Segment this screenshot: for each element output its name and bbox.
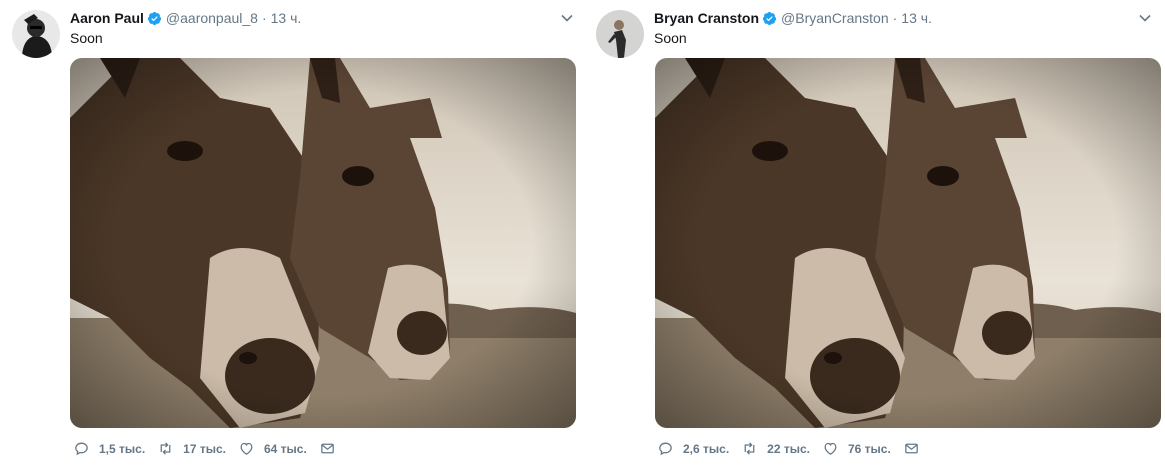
- like-button[interactable]: 64 тыс.: [238, 440, 307, 457]
- chevron-down-icon[interactable]: [1138, 11, 1152, 25]
- author-handle[interactable]: @aaronpaul_8: [166, 10, 258, 26]
- tweet-aaron-paul: Aaron Paul @aaronpaul_8 · 13 ч. Soon 1,5…: [0, 0, 585, 467]
- tweet-photo[interactable]: [655, 58, 1161, 428]
- reply-count: 1,5 тыс.: [99, 441, 146, 456]
- tweet-actions: 2,6 тыс. 22 тыс. 76 тыс.: [657, 440, 932, 457]
- like-count: 64 тыс.: [263, 441, 307, 456]
- tweet-timestamp[interactable]: 13 ч.: [901, 10, 932, 26]
- chevron-down-icon[interactable]: [560, 11, 574, 25]
- retweet-icon: [160, 442, 171, 455]
- author-handle[interactable]: @BryanCranston: [781, 10, 889, 26]
- reply-count: 2,6 тыс.: [683, 441, 730, 456]
- reply-button[interactable]: 2,6 тыс.: [657, 440, 729, 457]
- author-name[interactable]: Aaron Paul: [70, 10, 144, 26]
- tweet-header: Bryan Cranston @BryanCranston · 13 ч.: [654, 8, 932, 28]
- retweet-count: 22 тыс.: [767, 441, 810, 456]
- separator-dot: ·: [261, 10, 267, 26]
- dm-button[interactable]: [903, 440, 920, 457]
- reply-icon: [659, 442, 672, 456]
- tweet-header: Aaron Paul @aaronpaul_8 · 13 ч.: [70, 8, 301, 28]
- dm-icon: [321, 443, 334, 454]
- retweet-icon: [744, 442, 755, 455]
- dm-icon: [905, 443, 918, 454]
- separator-dot: ·: [892, 10, 898, 26]
- verified-badge-icon: [147, 11, 161, 25]
- author-name[interactable]: Bryan Cranston: [654, 10, 759, 26]
- retweet-button[interactable]: 17 тыс.: [157, 440, 226, 457]
- tweet-bryan-cranston: Bryan Cranston @BryanCranston · 13 ч. So…: [585, 0, 1165, 467]
- tweet-actions: 1,5 тыс. 17 тыс. 64 тыс.: [73, 440, 348, 457]
- tweet-timestamp[interactable]: 13 ч.: [271, 10, 302, 26]
- reply-button[interactable]: 1,5 тыс.: [73, 440, 145, 457]
- like-count: 76 тыс.: [847, 441, 891, 456]
- retweet-count: 17 тыс.: [183, 441, 226, 456]
- like-button[interactable]: 76 тыс.: [822, 440, 891, 457]
- tweet-text: Soon: [70, 30, 103, 46]
- tweet-text: Soon: [654, 30, 687, 46]
- dm-button[interactable]: [319, 440, 336, 457]
- avatar[interactable]: [596, 10, 644, 58]
- reply-icon: [75, 442, 88, 456]
- like-icon: [824, 442, 837, 455]
- retweet-button[interactable]: 22 тыс.: [741, 440, 810, 457]
- verified-badge-icon: [762, 11, 777, 25]
- tweet-photo[interactable]: [70, 58, 576, 428]
- avatar[interactable]: [12, 10, 60, 58]
- like-icon: [240, 442, 253, 455]
